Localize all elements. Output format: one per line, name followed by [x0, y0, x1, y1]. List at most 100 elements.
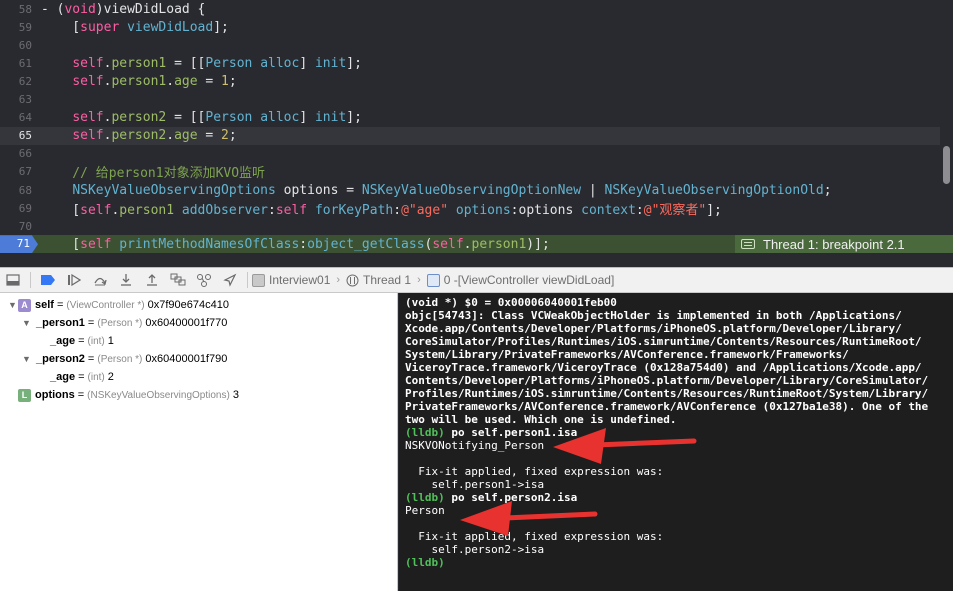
code-token: [ — [41, 202, 81, 218]
line-number[interactable]: 60 — [0, 39, 36, 52]
lldb-prompt: (lldb) — [405, 491, 445, 504]
code-text: NSKeyValueObservingOptions options = NSK… — [36, 182, 832, 198]
line-number[interactable]: 70 — [0, 220, 36, 233]
step-over-icon — [94, 277, 107, 286]
variable-type: (int) — [87, 371, 105, 383]
code-token: . — [166, 128, 175, 144]
line-number[interactable]: 68 — [0, 184, 36, 197]
breadcrumb-thread[interactable]: Thread 1 › — [346, 273, 421, 287]
breadcrumb-app[interactable]: Interview01 › — [252, 273, 340, 287]
line-number[interactable]: 65 — [0, 129, 36, 142]
code-token: person2 — [111, 128, 167, 144]
code-line[interactable]: 60 — [0, 36, 940, 54]
code-line[interactable]: 66 — [0, 145, 940, 163]
breakpoints-toggle-button[interactable] — [35, 268, 61, 292]
breakpoint-line-number: 71 — [16, 237, 30, 251]
breadcrumb-frame[interactable]: 0 -[ViewController viewDidLoad] — [426, 273, 614, 287]
code-token: [ — [41, 19, 81, 35]
code-token: ]; — [213, 19, 229, 35]
code-line[interactable]: 65 self.person2.age = 2; — [0, 126, 940, 145]
code-line[interactable]: 62 self.person1.age = 1; — [0, 72, 940, 90]
lldb-command: po self.person1.isa — [444, 426, 578, 439]
variables-view[interactable]: ▼ Aself = (ViewController *) 0x7f90e674c410 ▼… — [0, 293, 398, 591]
disclosure-triangle-icon[interactable]: ▼ — [8, 300, 18, 310]
simulate-location-button[interactable] — [217, 268, 243, 292]
code-token: ; — [823, 182, 832, 198]
variable-row[interactable]: _age = (int) 1 — [36, 332, 114, 350]
variable-row[interactable]: Loptions = (NSKeyValueObservingOptions) 3 — [8, 386, 239, 404]
location-icon — [223, 273, 237, 287]
thread-list-icon — [741, 239, 755, 250]
line-number[interactable]: 63 — [0, 93, 36, 106]
line-number[interactable]: 58 — [0, 3, 36, 16]
variable-name: _age — [50, 371, 76, 383]
code-token: ]; — [346, 55, 362, 71]
line-number[interactable]: 64 — [0, 111, 36, 124]
code-token: options = — [275, 182, 362, 198]
debug-console[interactable]: (void *) $0 = 0x00006040001feb00 objc[547… — [399, 293, 953, 591]
memory-graph-button[interactable] — [191, 268, 217, 292]
code-token: = — [197, 128, 222, 144]
code-text: self.person2 = [[Person alloc] init]; — [36, 110, 362, 125]
line-number[interactable]: 69 — [0, 202, 36, 215]
line-number[interactable]: 62 — [0, 75, 36, 88]
code-editor[interactable]: 58- (void)viewDidLoad {59 [super viewDid… — [0, 0, 953, 267]
console-output-line: CoreSimulator/Profiles/Runtimes/iOS.simr… — [405, 335, 922, 348]
code-token: super — [80, 19, 120, 35]
breadcrumb-thread-label: Thread 1 — [363, 273, 412, 287]
editor-scrollbar[interactable] — [943, 146, 950, 184]
equals-sign: = — [87, 317, 95, 329]
code-token: alloc — [260, 55, 300, 71]
step-into-icon — [121, 274, 131, 286]
variable-type: (NSKeyValueObservingOptions) — [87, 389, 230, 401]
line-number[interactable]: 66 — [0, 147, 36, 160]
code-line[interactable]: 61 self.person1 = [[Person alloc] init]; — [0, 54, 940, 72]
thread-icon — [346, 274, 359, 286]
code-line[interactable]: 64 self.person2 = [[Person alloc] init]; — [0, 109, 940, 127]
variable-row[interactable]: ▼ Aself = (ViewController *) 0x7f90e674c410 — [8, 296, 229, 314]
disclosure-triangle-icon[interactable]: ▼ — [22, 318, 32, 328]
code-token: : — [635, 202, 644, 218]
variable-row[interactable]: ▼ _person2 = (Person *) 0x60400001f790 — [22, 350, 227, 368]
line-number[interactable]: 61 — [0, 57, 36, 70]
line-number[interactable]: 67 — [0, 165, 36, 178]
code-text: self.person1 = [[Person alloc] init]; — [36, 56, 362, 71]
hide-debug-area-button[interactable] — [0, 268, 26, 292]
code-line[interactable]: 7171 [self printMethodNamesOfClass:objec… — [0, 235, 953, 254]
code-token: options — [455, 202, 511, 218]
step-out-button[interactable] — [139, 268, 165, 292]
code-text: self.person2.age = 2; — [36, 128, 236, 144]
debug-view-hierarchy-button[interactable] — [165, 268, 191, 292]
variable-name: _person1 — [36, 317, 85, 329]
code-token: = [[ — [166, 55, 206, 71]
continue-button[interactable] — [61, 268, 87, 292]
code-token: person1 — [111, 55, 167, 71]
code-line[interactable]: 63 — [0, 91, 940, 109]
code-line[interactable]: 59 [super viewDidLoad]; — [0, 18, 940, 36]
code-text: // 给person1对象添加KVO监听 — [36, 162, 265, 181]
step-into-button[interactable] — [113, 268, 139, 292]
code-token: forKeyPath — [314, 202, 394, 218]
variable-row[interactable]: _age = (int) 2 — [36, 368, 114, 386]
thread-breakpoint-badge[interactable]: Thread 1: breakpoint 2.1 — [735, 235, 953, 254]
code-line[interactable]: 68 NSKeyValueObservingOptions options = … — [0, 181, 940, 199]
code-text: self.person1.age = 1; — [36, 74, 236, 89]
code-line[interactable]: 58- (void)viewDidLoad { — [0, 0, 940, 18]
console-output-line: System/Library/PrivateFrameworks/AVConfe… — [405, 348, 849, 361]
equals-sign: = — [56, 299, 64, 311]
breakpoint-marker[interactable]: 71 — [0, 235, 38, 254]
code-line[interactable]: 67 // 给person1对象添加KVO监听 — [0, 163, 940, 181]
variable-name: options — [35, 389, 75, 401]
variable-row[interactable]: ▼ _person1 = (Person *) 0x60400001f770 — [22, 314, 227, 332]
line-number[interactable]: 59 — [0, 21, 36, 34]
code-line[interactable]: 70 — [0, 217, 940, 235]
disclosure-triangle-icon[interactable]: ▼ — [22, 354, 32, 364]
code-line[interactable]: 69 [self.person1 addObserver:self forKey… — [0, 199, 940, 218]
equals-sign: = — [78, 335, 85, 347]
step-over-button[interactable] — [87, 268, 113, 292]
